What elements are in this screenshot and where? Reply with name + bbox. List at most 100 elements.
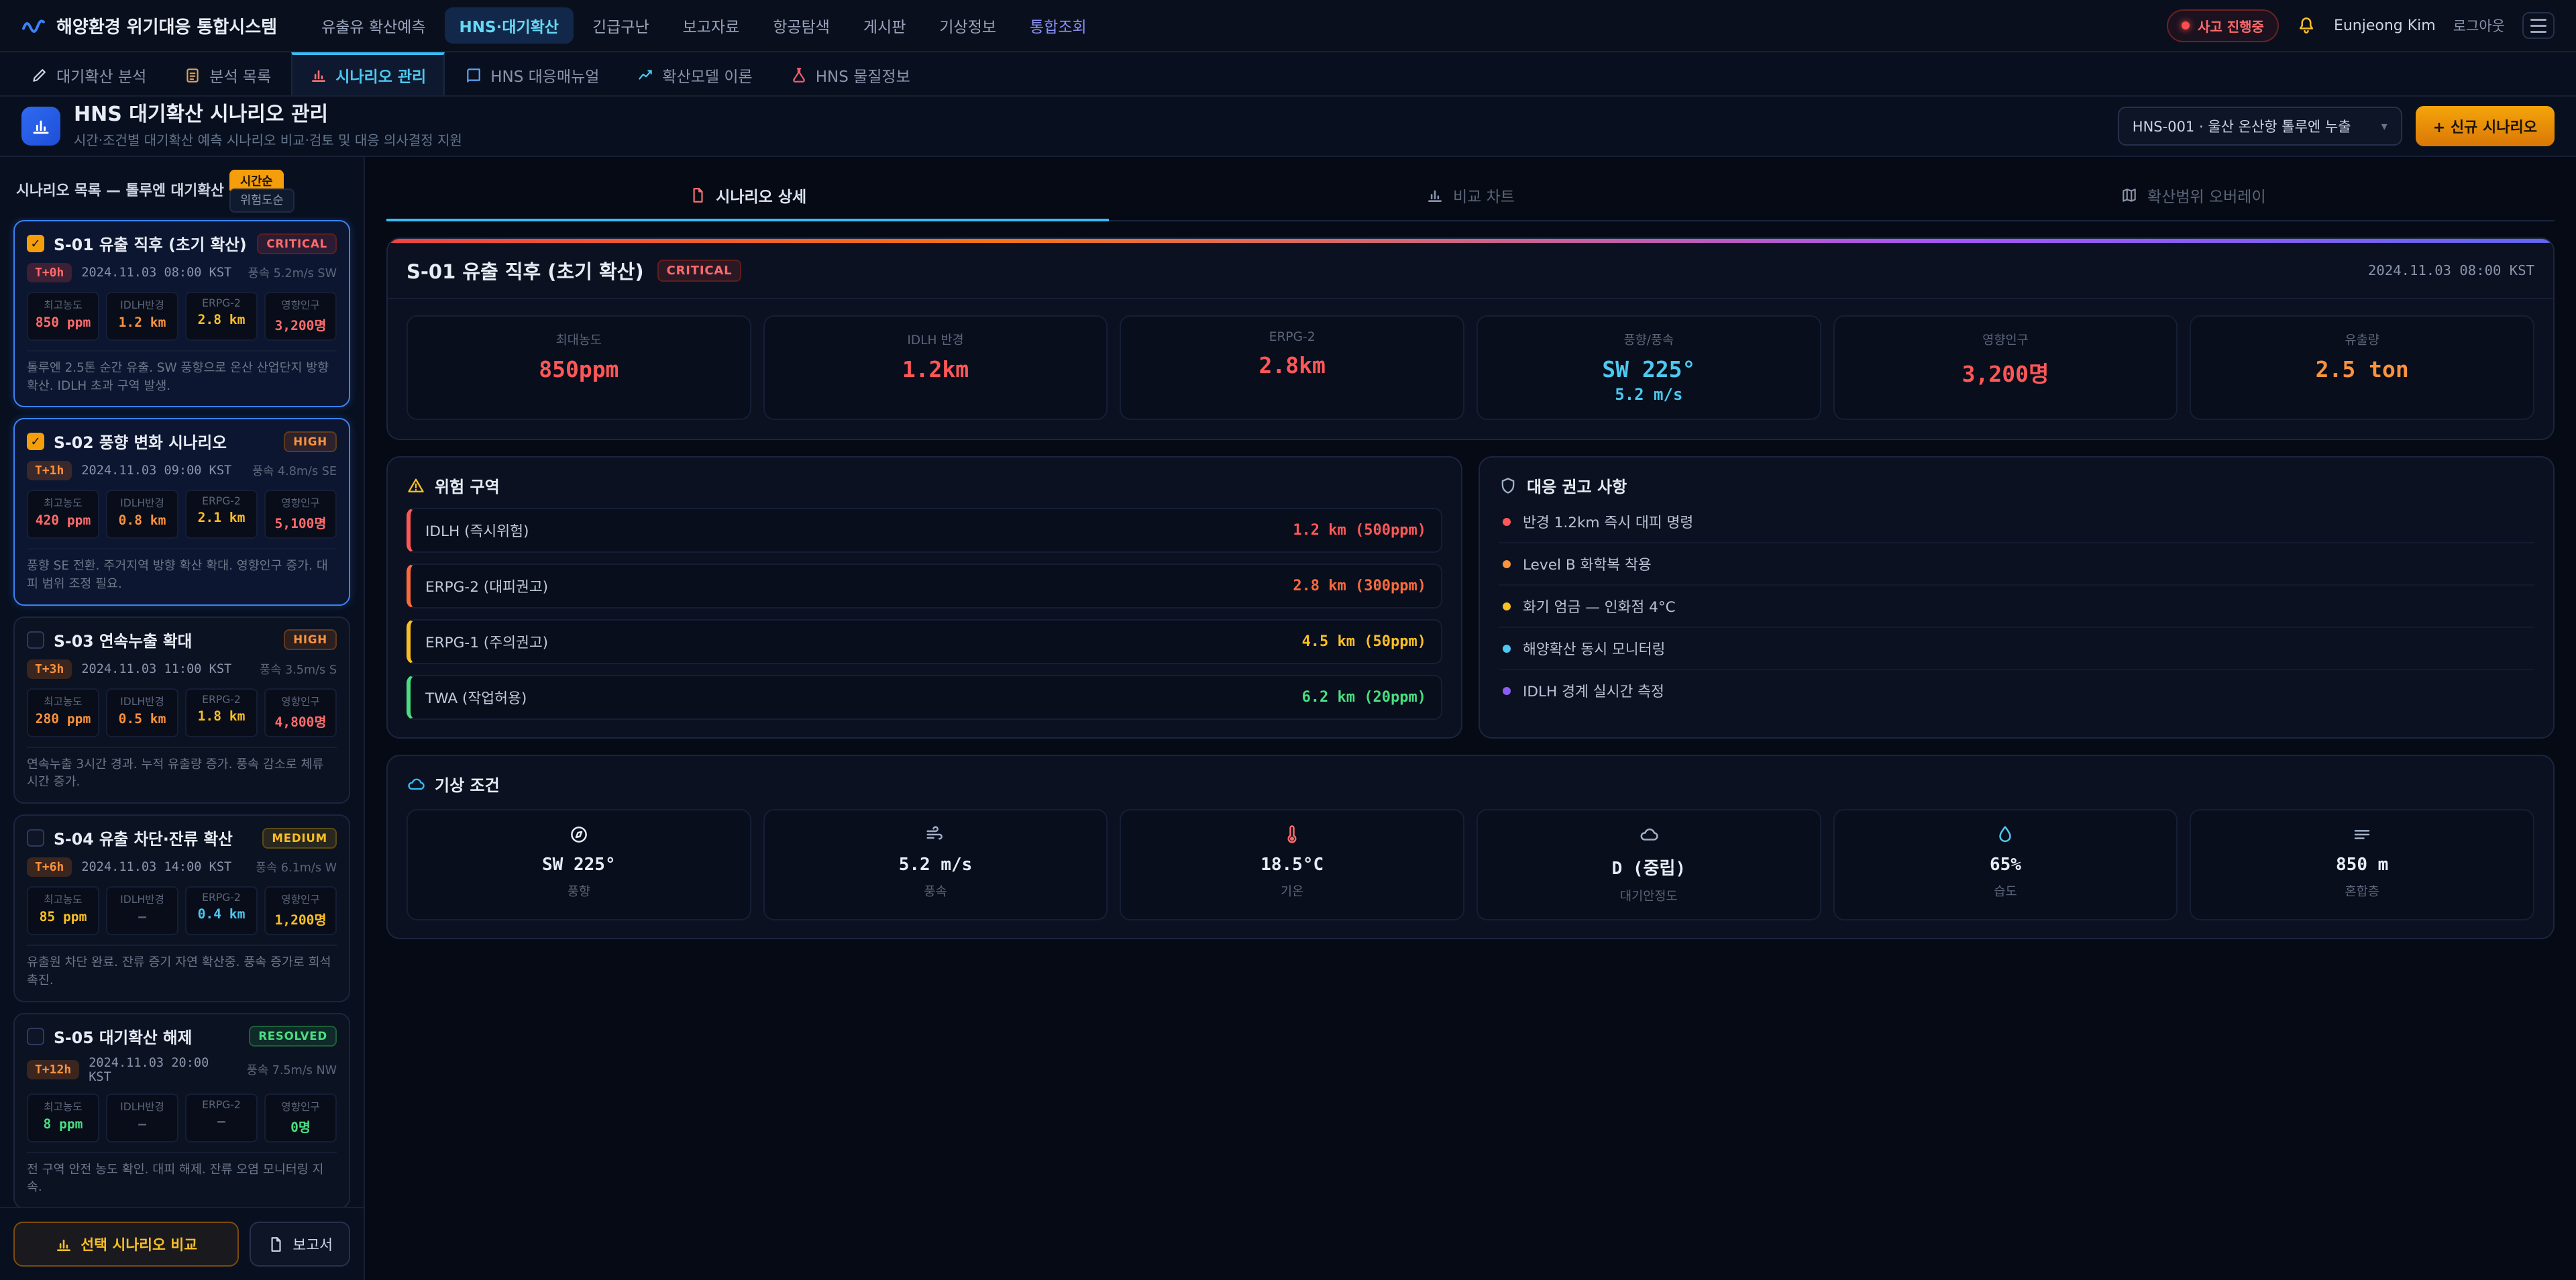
main-menu-item[interactable]: 기상정보 — [924, 7, 1011, 44]
scenario-metric-cell: 영향인구 5,100명 — [264, 490, 337, 539]
sidebar-header: 시나리오 목록 — 톨루엔 대기확산 시간순위험도순 — [0, 157, 364, 217]
detail-tab[interactable]: 확산범위 오버레이 — [1832, 173, 2555, 221]
scenario-metrics: 최고농도 420 ppm IDLH반경 0.8 km ERPG-2 — [27, 490, 337, 539]
sort-badge[interactable]: 위험도순 — [229, 189, 294, 213]
detail-metric-value: 2.5 ton — [2199, 356, 2525, 382]
risk-zones-title-row: 위험 구역 — [407, 474, 1442, 497]
bullet-dot-icon — [1503, 687, 1511, 695]
scenario-checkbox[interactable] — [27, 829, 44, 847]
module-tab-icon — [465, 66, 482, 84]
page-icon-tile — [21, 107, 60, 146]
scenario-metric-cell: ERPG-2 0.4 km — [185, 886, 258, 935]
report-button[interactable]: 보고서 — [250, 1222, 350, 1267]
metric-label: 최고농도 — [34, 892, 93, 906]
main-menu-item[interactable]: 게시판 — [849, 7, 920, 44]
scenario-card-header: S-02 풍향 변화 시나리오 HIGH — [27, 430, 337, 453]
main-menu-item[interactable]: 유출유 확산예측 — [307, 7, 440, 44]
main-menu-item[interactable]: 긴급구난 — [578, 7, 664, 44]
scenario-checkbox[interactable] — [27, 433, 44, 450]
metric-label: 최고농도 — [34, 694, 93, 708]
module-tabbar: 대기확산 분석 분석 목록 시나리오 관리 HNS 대응매뉴얼 확산모델 이론 … — [0, 52, 2576, 97]
weather-icon-wrap — [1843, 824, 2169, 845]
recommendations-title-row: 대응 권고 사항 — [1499, 474, 2534, 497]
module-tab[interactable]: 분석 목록 — [166, 52, 288, 95]
main-menu-item[interactable]: 항공탐색 — [758, 7, 845, 44]
scenario-metric-cell: IDLH반경 0.8 km — [106, 490, 178, 539]
compare-scenarios-button[interactable]: 선택 시나리오 비교 — [13, 1222, 239, 1267]
notifications-button[interactable] — [2296, 15, 2316, 36]
logout-button[interactable]: 로그아웃 — [2453, 15, 2505, 36]
scenario-checkbox[interactable] — [27, 631, 44, 649]
main-menu-item[interactable]: HNS·대기확산 — [445, 7, 574, 44]
weather-icon — [569, 824, 589, 845]
scenario-card[interactable]: S-03 연속누출 확대 HIGH T+3h 2024.11.03 11:00 … — [13, 617, 350, 804]
scenario-meta: T+3h 2024.11.03 11:00 KST 풍속 3.5m/s S — [27, 659, 337, 679]
module-tab-icon — [790, 66, 808, 84]
scenario-metric-cell: 최고농도 420 ppm — [27, 490, 99, 539]
risk-zone-row: TWA (작업허용) 6.2 km (20ppm) — [407, 675, 1442, 720]
weather-label: 풍향 — [416, 882, 742, 900]
module-tab[interactable]: 확산모델 이론 — [619, 52, 769, 95]
time-offset-badge: T+12h — [27, 1060, 79, 1079]
weather-value: SW 225° — [416, 855, 742, 875]
weather-icon-wrap — [416, 824, 742, 845]
scenario-card[interactable]: S-05 대기확산 해제 RESOLVED T+12h 2024.11.03 2… — [13, 1013, 350, 1208]
severity-badge: HIGH — [284, 629, 337, 650]
app-logo: 해양환경 위기대응 통합시스템 — [21, 13, 277, 38]
page-titles: HNS 대기확산 시나리오 관리 시간·조건별 대기확산 예측 시나리오 비교·… — [74, 103, 462, 149]
main-menu-item[interactable]: 통합조회 — [1015, 7, 1102, 44]
hamburger-menu-button[interactable] — [2522, 12, 2555, 39]
scenario-metrics: 최고농도 280 ppm IDLH반경 0.5 km ERPG-2 — [27, 688, 337, 737]
bullet-dot-icon — [1503, 560, 1511, 568]
weather-panel: 기상 조건 SW 225° 풍향 — [386, 755, 2555, 939]
metric-value: 1.8 km — [192, 708, 251, 724]
scenario-metric-cell: 영향인구 4,800명 — [264, 688, 337, 737]
metric-label: 영향인구 — [271, 694, 330, 708]
incident-select-value: HNS-001 · 울산 온산항 톨루엔 누출 — [2133, 116, 2351, 136]
scenario-card[interactable]: S-04 유출 차단·잔류 확산 MEDIUM T+6h 2024.11.03 … — [13, 814, 350, 1002]
scenario-description: 풍향 SE 전환. 주거지역 방향 확산 확대. 영향인구 증가. 대피 범위 … — [27, 548, 337, 593]
detail-metric-value: 850ppm — [416, 356, 742, 382]
new-scenario-button[interactable]: + 신규 시나리오 — [2416, 106, 2555, 146]
module-tab[interactable]: HNS 대응매뉴얼 — [447, 52, 616, 95]
detail-metric-value: SW 225° — [1486, 356, 1812, 382]
risk-zone-label: ERPG-2 (대피권고) — [425, 576, 548, 596]
weather-cards: SW 225° 풍향 5.2 m/s 풍속 — [407, 809, 2534, 920]
recommendation-item: IDLH 경계 실시간 측정 — [1499, 670, 2534, 711]
risk-zone-label: ERPG-1 (주의권고) — [425, 631, 548, 652]
severity-badge: RESOLVED — [249, 1026, 337, 1047]
main-menu: 유출유 확산예측 HNS·대기확산 긴급구난 보고자료 항공탐색 게시판 기상정… — [307, 7, 1102, 44]
weather-card: 5.2 m/s 풍속 — [763, 809, 1108, 920]
incident-select[interactable]: HNS-001 · 울산 온산항 톨루엔 누출 ▾ — [2118, 107, 2402, 146]
module-tab[interactable]: 시나리오 관리 — [291, 52, 445, 95]
scenario-meta: T+1h 2024.11.03 09:00 KST 풍속 4.8m/s SE — [27, 461, 337, 480]
weather-value: 65% — [1843, 855, 2169, 875]
scenario-card[interactable]: S-01 유출 직후 (초기 확산) CRITICAL T+0h 2024.11… — [13, 220, 350, 407]
detail-tab-icon — [2121, 186, 2138, 204]
detail-metric-label: 영향인구 — [1843, 330, 2169, 348]
module-tab[interactable]: 대기확산 분석 — [13, 52, 164, 95]
recommendation-text: Level B 화학복 착용 — [1523, 553, 1652, 574]
module-tab[interactable]: HNS 물질정보 — [773, 52, 928, 95]
risk-zone-value: 6.2 km (20ppm) — [1302, 689, 1426, 706]
detail-tab-label: 시나리오 상세 — [716, 184, 806, 207]
metric-label: 최고농도 — [34, 1099, 93, 1114]
recommendation-list: 반경 1.2km 즉시 대피 명령 Level B 화학복 착용 화기 엄금 —… — [1499, 501, 2534, 711]
metric-label: ERPG-2 — [192, 892, 251, 904]
metric-value: 1,200명 — [271, 909, 330, 928]
bullet-dot-icon — [1503, 645, 1511, 653]
detail-metric-value: 3,200명 — [1843, 356, 2169, 388]
metric-label: 최고농도 — [34, 495, 93, 510]
metric-label: IDLH반경 — [113, 892, 172, 906]
metric-value: — — [192, 1114, 251, 1129]
scenario-meta: T+6h 2024.11.03 14:00 KST 풍속 6.1m/s W — [27, 857, 337, 877]
detail-tab[interactable]: 시나리오 상세 — [386, 173, 1109, 221]
page-subtitle: 시간·조건별 대기확산 예측 시나리오 비교·검토 및 대응 의사결정 지원 — [74, 129, 462, 149]
detail-tab[interactable]: 비교 차트 — [1109, 173, 1831, 221]
main-menu-item[interactable]: 보고자료 — [668, 7, 755, 44]
time-offset-badge: T+6h — [27, 857, 72, 877]
scenario-checkbox[interactable] — [27, 235, 44, 252]
scenario-checkbox[interactable] — [27, 1028, 44, 1045]
scenario-card[interactable]: S-02 풍향 변화 시나리오 HIGH T+1h 2024.11.03 09:… — [13, 418, 350, 605]
metric-value: 4,800명 — [271, 711, 330, 731]
